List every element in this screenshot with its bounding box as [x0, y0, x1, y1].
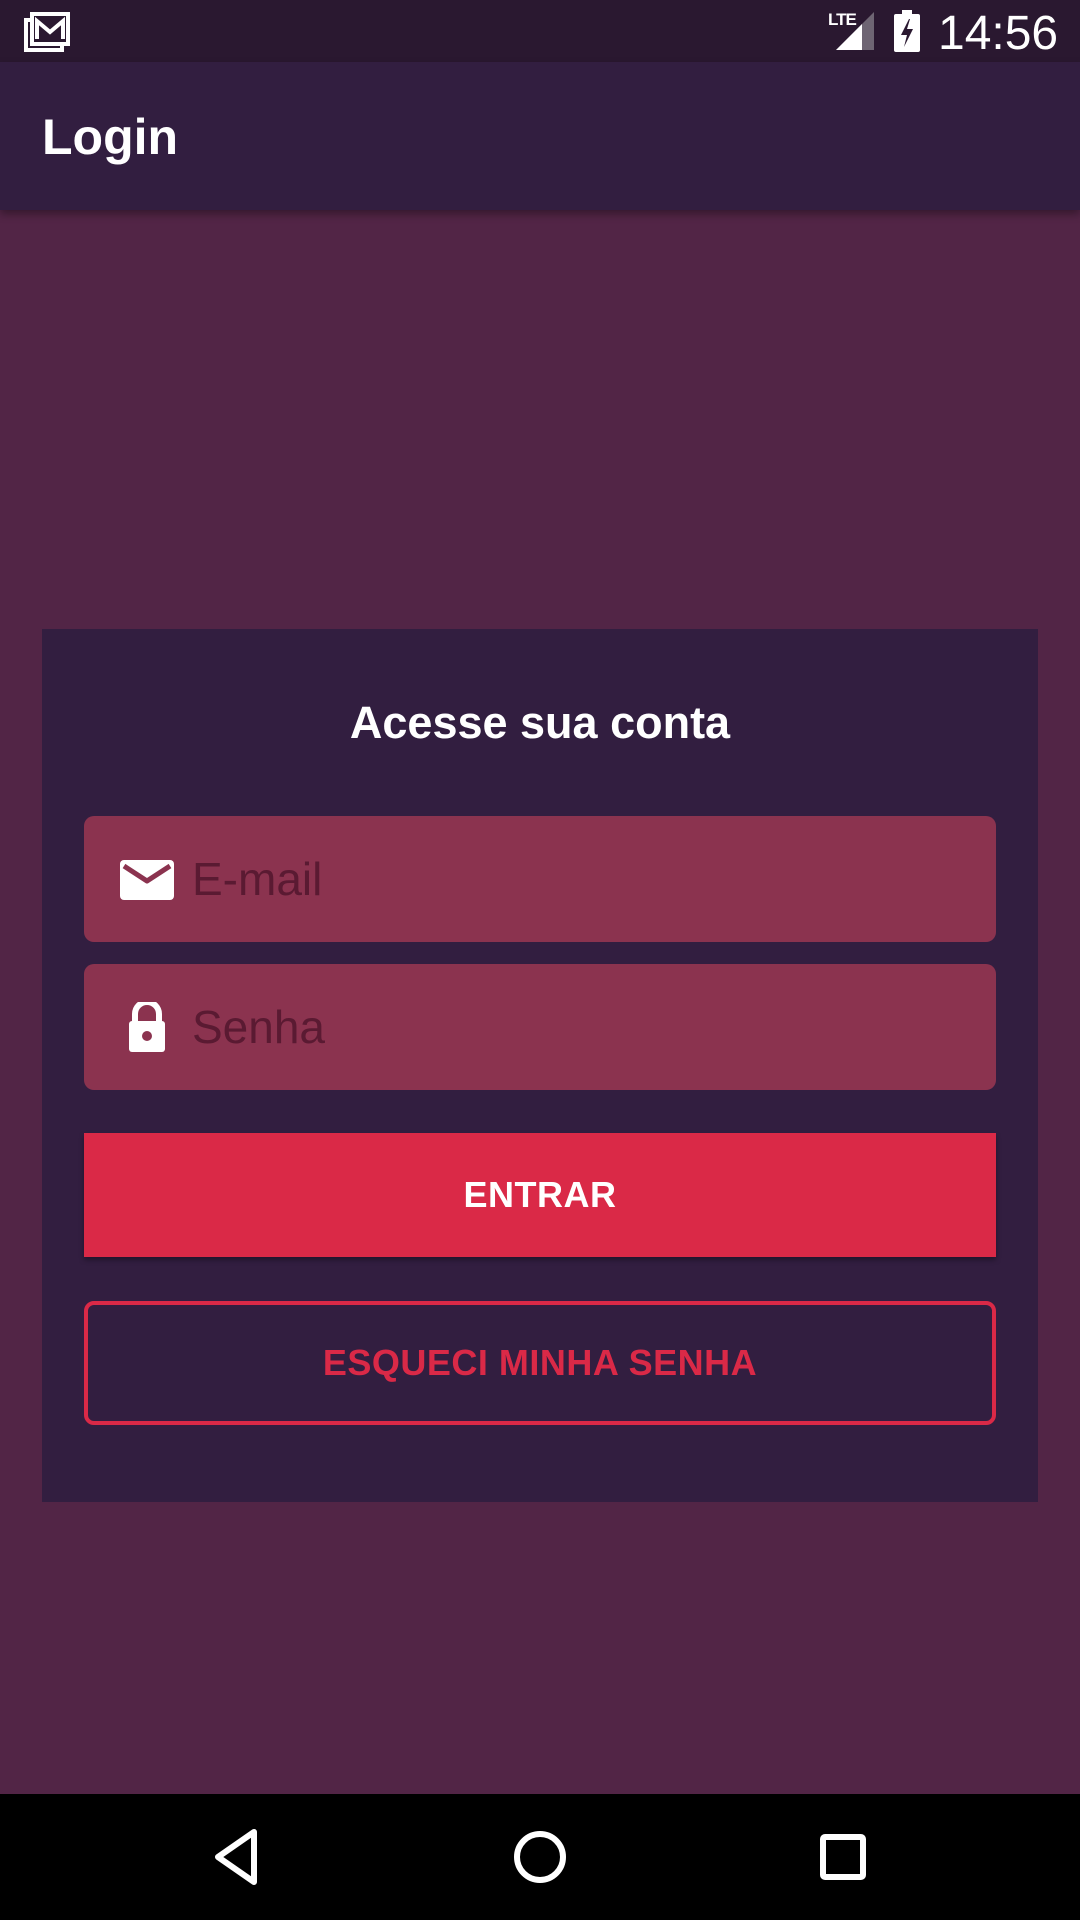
signal-icon	[836, 12, 874, 50]
gallery-notification-icon	[24, 12, 70, 52]
mail-icon	[120, 860, 174, 900]
card-title: Acesse sua conta	[349, 697, 731, 748]
recents-icon[interactable]	[810, 1824, 876, 1890]
lock-icon	[129, 1002, 165, 1052]
email-input[interactable]	[192, 816, 972, 942]
battery-charging-icon	[894, 10, 920, 52]
home-icon[interactable]	[507, 1824, 573, 1890]
status-bar: LTE 14:56	[0, 0, 1080, 62]
password-input[interactable]	[192, 964, 972, 1090]
page-title: Login	[42, 109, 179, 165]
clock: 14:56	[938, 7, 1059, 60]
login-card: Acesse sua conta ENTRAR ESQUECI MINHA SE…	[42, 629, 1038, 1502]
login-screen: LTE 14:56 Login Acesse sua conta E-mail …	[0, 0, 1080, 1920]
login-button[interactable]: ENTRAR	[84, 1133, 996, 1257]
password-field[interactable]	[84, 964, 996, 1090]
back-icon[interactable]	[204, 1824, 270, 1890]
navigation-bar	[0, 1794, 1080, 1920]
email-field[interactable]	[84, 816, 996, 942]
app-bar: Login	[0, 62, 1080, 210]
forgot-password-button[interactable]: ESQUECI MINHA SENHA	[84, 1301, 996, 1425]
